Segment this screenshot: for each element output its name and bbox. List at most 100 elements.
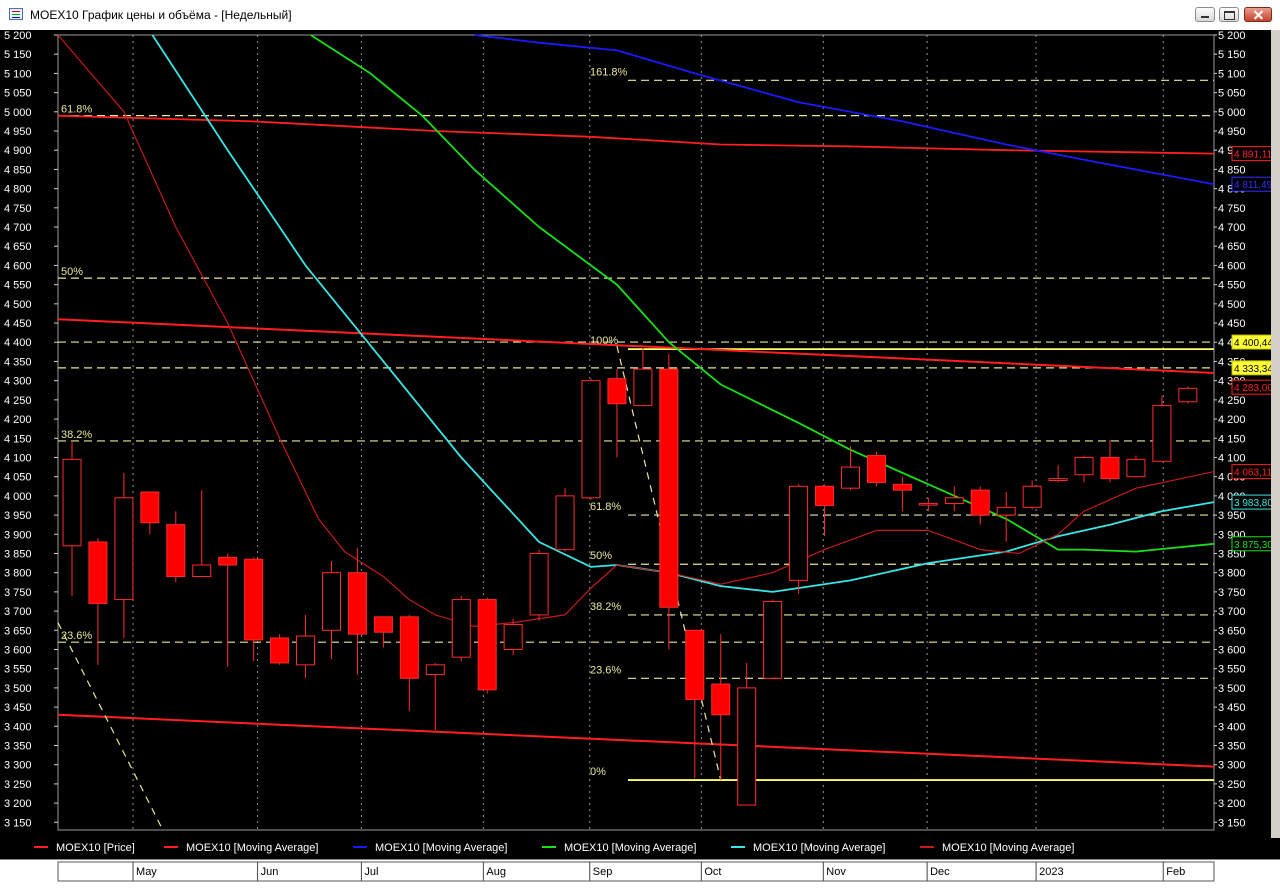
y-tick-label-left: 4 000: [4, 491, 32, 503]
y-tick-label-left: 5 150: [4, 49, 32, 61]
y-tick-label-left: 3 250: [4, 779, 32, 791]
candle-body: [399, 616, 419, 679]
price-candle: [529, 549, 549, 621]
y-tick-label-left: 4 950: [4, 126, 32, 138]
price-candle: [399, 614, 419, 711]
price-tag-label: 3 875,30: [1234, 540, 1273, 551]
y-tick-label-left: 4 600: [4, 260, 32, 272]
trendline: [57, 622, 164, 831]
candle-body: [1100, 456, 1120, 480]
maximize-icon[interactable]: [1219, 7, 1239, 22]
candle-body: [659, 368, 679, 608]
y-tick-label-right: 4 150: [1218, 433, 1246, 445]
candle-body: [218, 556, 238, 566]
y-tick-label-right: 5 000: [1218, 107, 1246, 119]
legend-label: MOEX10 [Moving Average]: [375, 842, 507, 854]
y-tick-label-left: 3 800: [4, 568, 32, 580]
price-candle: [711, 634, 731, 781]
y-tick-label-right: 3 400: [1218, 721, 1246, 733]
y-tick-label-left: 4 300: [4, 376, 32, 388]
price-candle: [270, 634, 290, 665]
price-candle: [1178, 386, 1198, 404]
candle-body: [944, 497, 964, 505]
chart-right-edge: [1271, 30, 1280, 838]
candle-body: [477, 599, 497, 691]
price-candle: [140, 491, 160, 535]
fib-left-label: 38.2%: [61, 429, 92, 441]
candle-body: [114, 497, 134, 601]
candle-body: [866, 455, 886, 483]
chart-svg[interactable]: 5 200 5 200 5 150 5 150 5 100 5 100 5 050 5 050…: [0, 30, 1280, 882]
price-candle: [1152, 396, 1172, 462]
y-tick-label-right: 4 650: [1218, 241, 1246, 253]
price-tag-label: 4 283,00: [1234, 383, 1273, 394]
y-tick-label-left: 3 900: [4, 529, 32, 541]
price-candle: [166, 511, 186, 583]
title-bar[interactable]: MOEX10 График цены и объёма - [Недельный…: [0, 0, 1280, 31]
y-tick-label-left: 4 350: [4, 356, 32, 368]
candle-body: [815, 485, 835, 506]
y-tick-label-right: 5 200: [1218, 30, 1246, 42]
y-tick-label-right: 3 550: [1218, 664, 1246, 676]
price-candle: [88, 538, 108, 665]
y-tick-label-left: 3 550: [4, 664, 32, 676]
fib-left-label: 50%: [61, 266, 83, 278]
price-candle: [892, 476, 912, 512]
candle-body: [685, 629, 705, 700]
legend-label: MOEX10 [Moving Average]: [753, 842, 885, 854]
price-candle: [477, 597, 497, 694]
price-tag-label: 4 811,49: [1234, 180, 1273, 191]
y-tick-label-left: 3 350: [4, 741, 32, 753]
y-tick-label-left: 4 050: [4, 472, 32, 484]
y-tick-label-left: 5 000: [4, 107, 32, 119]
candle-body: [322, 572, 341, 631]
chart-window-icon[interactable]: [9, 8, 23, 20]
trendline: [57, 318, 1215, 374]
price-candle: [944, 486, 964, 512]
legend-label: MOEX10 [Moving Average]: [186, 842, 318, 854]
y-tick-label-right: 4 850: [1218, 164, 1246, 176]
y-tick-label-left: 4 650: [4, 241, 32, 253]
y-tick-label-left: 4 750: [4, 203, 32, 215]
y-tick-label-left: 4 900: [4, 145, 32, 157]
minimize-icon[interactable]: [1195, 7, 1215, 22]
y-tick-label-left: 4 700: [4, 222, 32, 234]
candle-body: [451, 599, 471, 658]
moving-average-line: [474, 34, 1215, 186]
price-candle: [244, 557, 264, 662]
price-candle: [1048, 465, 1068, 483]
y-tick-label-left: 4 550: [4, 280, 32, 292]
y-tick-label-left: 3 750: [4, 587, 32, 599]
close-icon[interactable]: [1244, 7, 1272, 22]
candle-body: [1126, 458, 1146, 478]
y-tick-label-right: 4 200: [1218, 414, 1246, 426]
fib-left-label: 61.8%: [61, 104, 92, 116]
price-candle: [503, 618, 523, 656]
candle-body: [503, 624, 523, 650]
y-tick-label-right: 3 650: [1218, 625, 1246, 637]
time-axis-label: Jul: [364, 866, 378, 878]
fib-right-label: 0%: [590, 766, 606, 778]
y-tick-label-right: 5 100: [1218, 68, 1246, 80]
price-candle: [633, 348, 653, 407]
price-candle: [373, 616, 393, 648]
price-candle: [322, 561, 341, 660]
candle-body: [296, 635, 316, 666]
time-axis-bar[interactable]: May Jun Jul Aug Sep Oct Nov Dec 2023 Feb: [0, 859, 1280, 883]
y-tick-label-left: 5 050: [4, 88, 32, 100]
candle-body: [607, 378, 627, 405]
fib-right-label: 161.8%: [590, 66, 628, 78]
time-axis-label: Sep: [593, 866, 613, 878]
moving-average-line: [151, 34, 1215, 593]
time-axis-label: Jun: [261, 866, 279, 878]
candle-body: [1152, 405, 1172, 462]
candle-body: [737, 687, 757, 806]
y-tick-label-right: 3 450: [1218, 702, 1246, 714]
time-axis-label: Feb: [1166, 866, 1185, 878]
price-chart[interactable]: 5 200 5 200 5 150 5 150 5 100 5 100 5 050 5 050…: [0, 30, 1280, 882]
candle-body: [529, 552, 549, 616]
y-tick-label-left: 4 500: [4, 299, 32, 311]
y-tick-label-right: 4 550: [1218, 280, 1246, 292]
candle-body: [373, 616, 393, 633]
y-tick-label-left: 3 400: [4, 721, 32, 733]
